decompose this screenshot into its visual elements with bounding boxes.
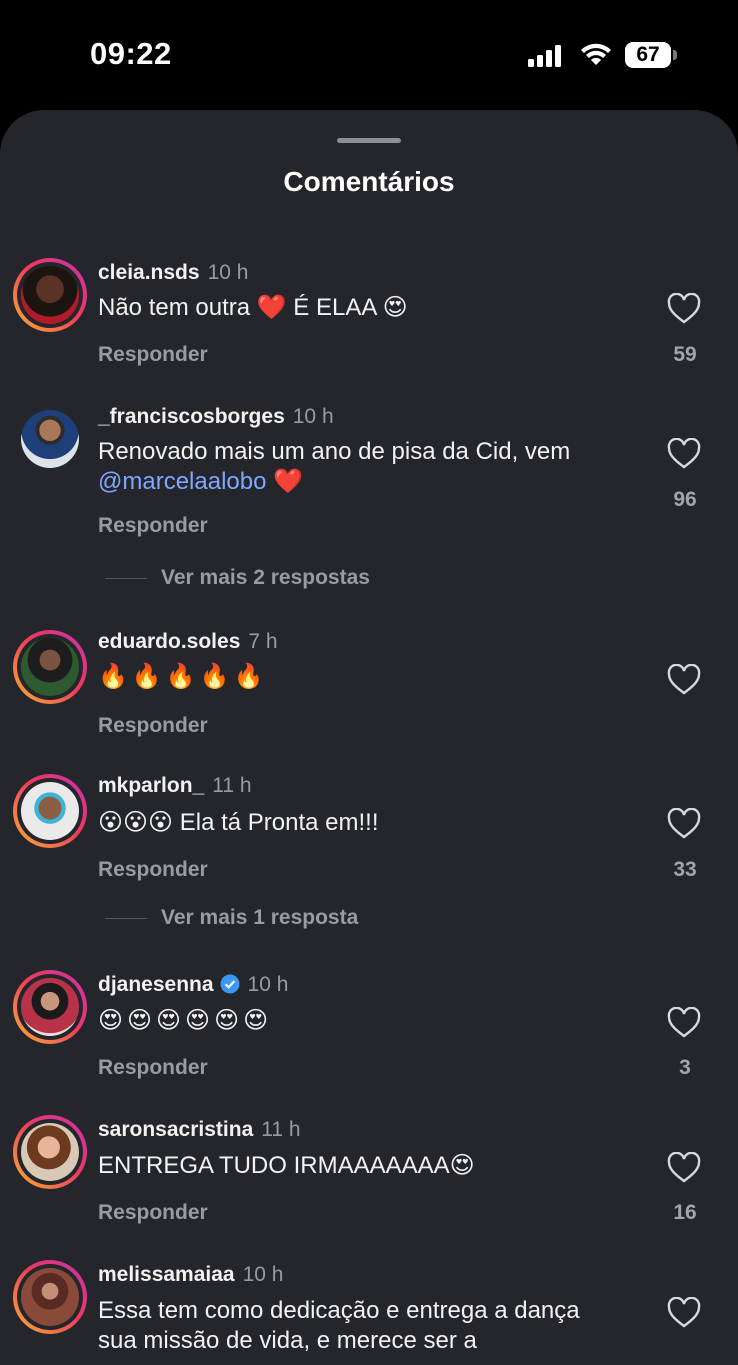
avatar[interactable] [13,970,87,1044]
comment-item: djanesenna 10 h 😍😍😍😍😍😍 Responder 3 [0,970,738,1080]
like-heart-icon[interactable] [667,664,701,696]
comment-username[interactable]: melissamaiaa 10 h [98,1263,283,1287]
comments-sheet: Comentários cleia.nsds 10 h Não tem outra… [0,110,738,1365]
avatar[interactable] [13,258,87,332]
like-heart-icon[interactable] [667,1152,701,1184]
like-heart-icon[interactable] [667,1007,701,1039]
comment-text: 🔥🔥🔥🔥🔥 [98,663,268,690]
avatar[interactable] [13,1115,87,1189]
comment-item: melissamaiaa 10 h Essa tem como dedicação… [0,1260,738,1365]
view-more-replies[interactable]: Ver mais 2 respostas [105,566,370,590]
comment-item: mkparlon_ 11 h 😮😮😮 Ela tá Pronta em!!! Re… [0,774,738,974]
avatar[interactable] [13,1260,87,1334]
like-count: 59 [673,343,697,366]
battery-nub [673,50,677,60]
status-bar: 09:22 67 [0,0,738,110]
like-count: 16 [673,1201,697,1224]
like-heart-icon[interactable] [667,438,701,470]
like-count: 96 [673,488,697,511]
reply-button[interactable]: Responder [98,1201,208,1225]
like-count: 3 [679,1056,691,1079]
comment-text: 😮😮😮 Ela tá Pronta em!!! [98,809,379,836]
wifi-icon [581,43,611,65]
comment-username[interactable]: _franciscosborges 10 h [98,405,334,429]
comment-text: ENTREGA TUDO IRMAAAAAAA😍 [98,1152,475,1179]
sheet-title: Comentários [283,166,455,197]
comment-username[interactable]: mkparlon_ 11 h [98,774,252,798]
comment-text: Renovado mais um ano de pisa da Cid, vem… [98,438,571,495]
comment-text: Não tem outra ❤️ É ELAA 😍 [98,294,408,321]
comment-username[interactable]: cleia.nsds 10 h [98,261,248,285]
comment-username[interactable]: eduardo.soles 7 h [98,630,278,654]
comment-item: _franciscosborges 10 h Renovado mais um a… [0,402,738,602]
comment-item: eduardo.soles 7 h 🔥🔥🔥🔥🔥 Responder [0,630,738,740]
comment-text: Essa tem como dedicação e entrega a danç… [98,1297,580,1354]
reply-button[interactable]: Responder [98,343,208,367]
clock: 09:22 [90,36,172,71]
battery-icon: 67 [625,42,671,68]
like-heart-icon[interactable] [667,1297,701,1329]
comment-username[interactable]: saronsacristina 11 h [98,1118,301,1142]
drag-handle[interactable] [337,138,401,143]
avatar[interactable] [13,630,87,704]
reply-button[interactable]: Responder [98,714,208,738]
reply-button[interactable]: Responder [98,858,208,882]
comment-item: cleia.nsds 10 h Não tem outra ❤️ É ELAA 😍… [0,258,738,368]
verified-badge-icon [220,974,240,994]
like-count: 33 [673,858,697,881]
avatar[interactable] [13,774,87,848]
view-more-replies[interactable]: Ver mais 1 resposta [105,906,358,930]
comment-text: 😍😍😍😍😍😍 [98,1007,273,1034]
like-heart-icon[interactable] [667,808,701,840]
mention-link[interactable]: @marcelaalobo [98,468,266,495]
comment-item: saronsacristina 11 h ENTREGA TUDO IRMAAAA… [0,1115,738,1225]
like-heart-icon[interactable] [667,293,701,325]
avatar[interactable] [13,402,87,476]
reply-button[interactable]: Responder [98,1056,208,1080]
comment-username[interactable]: djanesenna 10 h [98,973,288,997]
cellular-signal-icon [528,45,561,67]
reply-button[interactable]: Responder [98,514,208,538]
